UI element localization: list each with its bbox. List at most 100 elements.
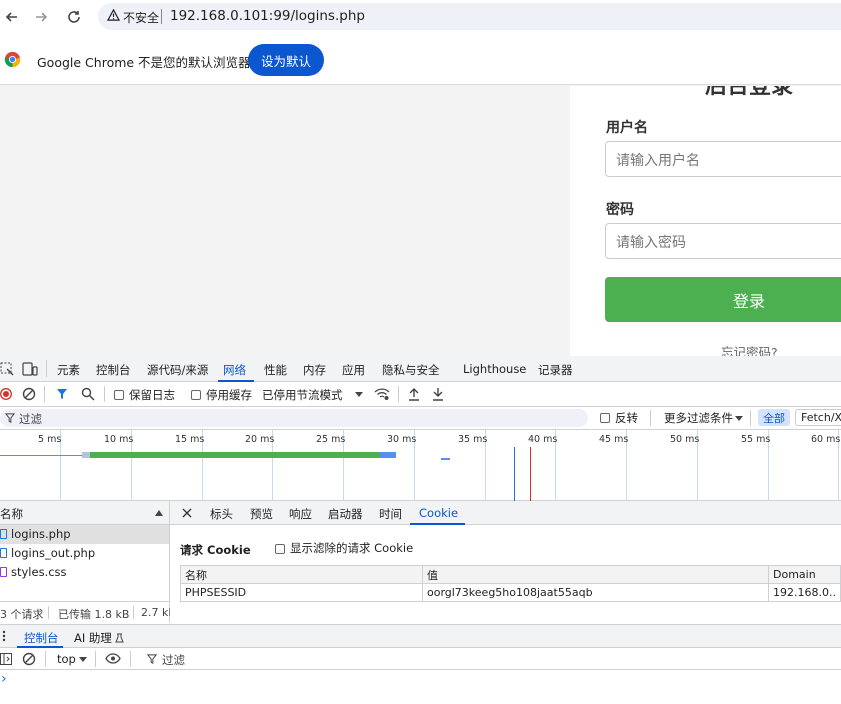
drawer-tab-ai-assistant[interactable]: AI 助理 — [74, 630, 112, 646]
column-header-domain[interactable]: Domain — [768, 565, 841, 584]
clear-icon[interactable] — [22, 387, 36, 401]
record-stop-icon[interactable] — [0, 388, 12, 400]
detail-tab-preview[interactable]: 预览 — [250, 506, 273, 522]
cookie-domain-cell: 192.168.0.. — [768, 583, 841, 602]
network-timeline-overview[interactable]: 5 ms 10 ms 15 ms 20 ms 25 ms 30 ms 35 ms… — [0, 430, 841, 501]
throttle-select[interactable]: 已停用节流模式 — [262, 387, 343, 403]
more-menu-icon[interactable] — [2, 630, 6, 642]
more-filters-dropdown-icon[interactable] — [735, 416, 743, 421]
detail-tab-timing[interactable]: 时间 — [379, 506, 402, 522]
console-filter-input[interactable]: 过滤 — [162, 652, 185, 668]
summary-divider — [48, 606, 49, 619]
detail-tab-initiator[interactable]: 启动器 — [328, 506, 363, 522]
timeline-tick-label: 35 ms — [458, 434, 488, 445]
cookie-table: 名称 值 Domain PHPSESSID oorgl73keeg5ho108j… — [180, 565, 841, 602]
context-selector[interactable]: top — [57, 652, 76, 666]
filter-divider — [750, 410, 751, 426]
export-har-icon[interactable] — [432, 387, 444, 401]
tab-console[interactable]: 控制台 — [96, 362, 131, 378]
tab-elements[interactable]: 元素 — [57, 362, 80, 378]
detail-tab-cookie[interactable]: Cookie — [419, 506, 458, 520]
filter-fetch-chip[interactable]: Fetch/XHR — [795, 409, 841, 426]
table-row[interactable]: logins_out.php — [0, 544, 169, 563]
request-count: 3 个请求 — [0, 608, 44, 621]
column-header-name[interactable]: 名称 — [180, 565, 423, 584]
password-input[interactable]: 请输入密码 — [605, 223, 841, 259]
tab-application[interactable]: 应用 — [342, 362, 365, 378]
tab-memory[interactable]: 内存 — [303, 362, 326, 378]
address-bar[interactable]: 不安全 192.168.0.101:99/logins.php — [98, 3, 841, 30]
request-tail-bar — [380, 452, 396, 458]
column-header-value[interactable]: 值 — [421, 565, 770, 584]
drawer-tabbar: 控制台 AI 助理 — [0, 624, 841, 648]
close-icon[interactable] — [182, 508, 192, 518]
request-name: logins_out.php — [11, 546, 96, 560]
disable-cache-checkbox[interactable] — [191, 390, 201, 400]
tab-sources[interactable]: 源代码/来源 — [147, 362, 208, 378]
document-file-icon — [0, 548, 7, 558]
name-column-header[interactable]: 名称 — [0, 506, 23, 522]
browser-toolbar: 不安全 192.168.0.101:99/logins.php — [0, 0, 841, 34]
timeline-tick-label: 10 ms — [104, 434, 134, 445]
forward-button[interactable] — [29, 5, 53, 29]
forgot-password-link[interactable]: 忘记密码? — [721, 342, 778, 356]
context-dropdown-icon[interactable] — [79, 657, 87, 662]
url-text[interactable]: 192.168.0.101:99/logins.php — [170, 8, 365, 24]
domcontentloaded-marker — [514, 447, 515, 501]
cookie-value-cell: oorgl73keeg5ho108jaat55aqb — [421, 583, 770, 602]
import-har-icon[interactable] — [408, 387, 420, 401]
cookie-name-cell: PHPSESSID — [180, 583, 423, 602]
preserve-log-checkbox[interactable] — [114, 390, 124, 400]
more-filters-dropdown[interactable]: 更多过滤条件 — [664, 410, 733, 426]
device-toolbar-icon[interactable] — [22, 362, 38, 376]
invert-checkbox[interactable] — [600, 413, 610, 423]
insecure-label[interactable]: 不安全 — [123, 9, 159, 26]
table-row[interactable]: PHPSESSID oorgl73keeg5ho108jaat55aqb 192… — [180, 583, 841, 602]
login-button[interactable]: 登录 — [605, 277, 841, 322]
filter-input[interactable]: 过滤 — [0, 409, 588, 427]
sort-ascending-icon[interactable] — [155, 510, 163, 516]
timeline-tick-label: 20 ms — [245, 434, 275, 445]
tab-performance[interactable]: 性能 — [264, 362, 287, 378]
network-summary-bar: 3 个请求 已传输 1.8 kB 2.7 kB — [0, 601, 176, 623]
load-event-marker — [530, 447, 531, 501]
table-row[interactable]: logins.php — [0, 525, 169, 544]
set-default-button[interactable]: 设为默认 — [248, 44, 324, 76]
request-queue-bar — [82, 452, 90, 458]
back-button[interactable] — [0, 5, 24, 29]
inspect-element-icon[interactable] — [0, 362, 14, 376]
search-icon[interactable] — [81, 387, 95, 401]
forward-arrow-icon — [36, 12, 48, 22]
tab-lighthouse[interactable]: Lighthouse — [463, 362, 526, 376]
filter-all-chip[interactable]: 全部 — [758, 409, 790, 426]
tab-privacy-security[interactable]: 隐私与安全 — [382, 362, 440, 378]
infobar-message: Google Chrome 不是您的默认浏览器 — [37, 55, 251, 70]
console-output[interactable]: › — [0, 670, 841, 704]
filter-funnel-icon[interactable] — [56, 388, 68, 400]
network-conditions-icon[interactable] — [374, 387, 390, 401]
detail-tab-response[interactable]: 响应 — [289, 506, 312, 522]
username-input[interactable]: 请输入用户名 — [605, 141, 841, 177]
drawer-tab-console[interactable]: 控制台 — [24, 630, 59, 646]
show-filtered-cookies-checkbox[interactable] — [275, 544, 285, 554]
request-name: styles.css — [11, 565, 67, 579]
tab-network[interactable]: 网络 — [223, 362, 246, 378]
timeline-tick-label: 50 ms — [670, 434, 700, 445]
stylesheet-file-icon — [0, 567, 7, 577]
back-arrow-icon — [5, 12, 17, 22]
reload-button[interactable] — [62, 5, 86, 29]
throttle-dropdown-icon[interactable] — [355, 392, 363, 397]
detail-tab-headers[interactable]: 标头 — [210, 506, 233, 522]
summary-divider — [133, 606, 134, 619]
table-row[interactable]: styles.css — [0, 563, 169, 582]
console-prompt[interactable]: › — [1, 671, 7, 687]
request-waiting-bar — [0, 455, 86, 456]
timeline-tick-label: 45 ms — [599, 434, 629, 445]
tab-divider — [46, 360, 47, 377]
tab-recorder[interactable]: 记录器 — [538, 362, 573, 378]
timeline-tick-label: 55 ms — [741, 434, 771, 445]
clear-console-icon[interactable] — [22, 652, 36, 666]
eye-icon[interactable] — [105, 653, 121, 664]
preserve-log-label: 保留日志 — [129, 388, 175, 402]
sidebar-toggle-icon[interactable] — [0, 653, 12, 665]
